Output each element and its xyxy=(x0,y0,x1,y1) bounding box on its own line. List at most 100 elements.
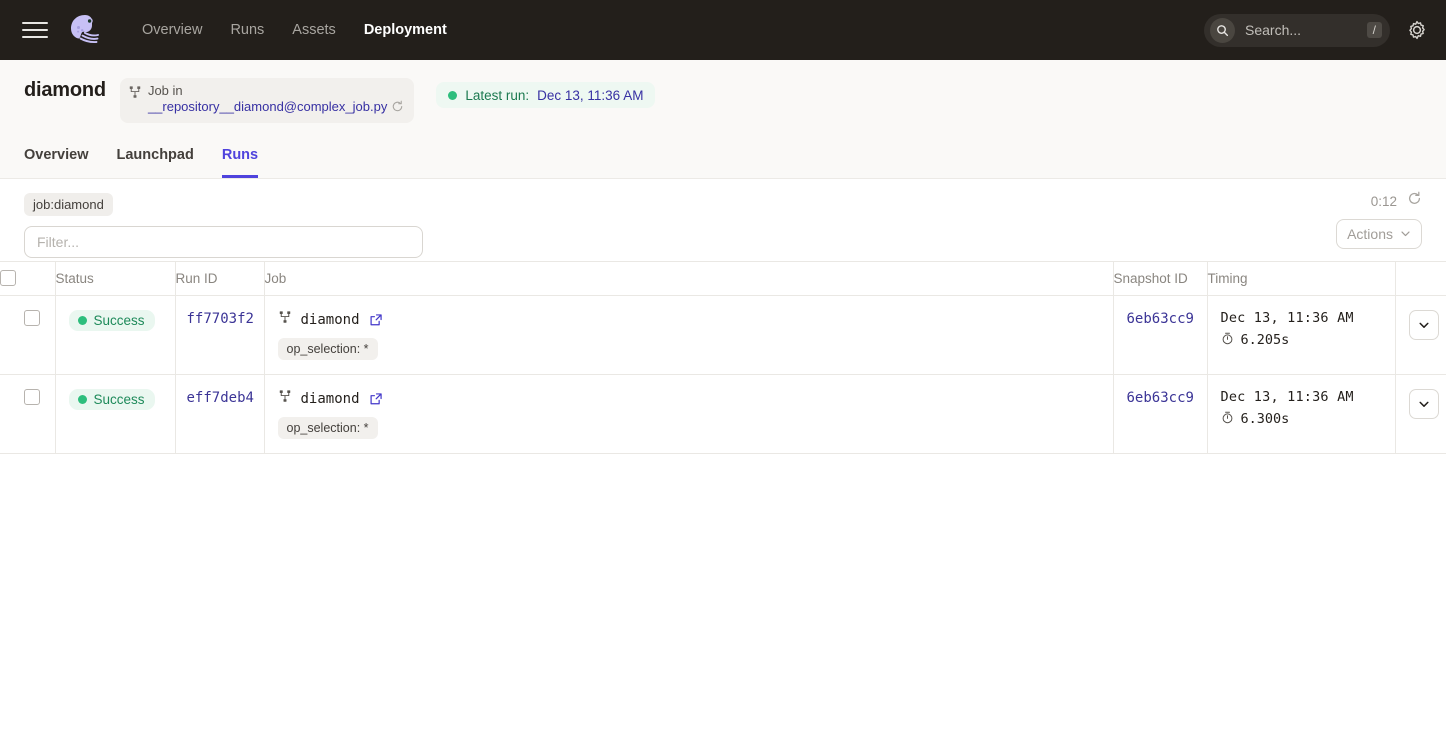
search-glyph xyxy=(1216,24,1229,37)
row-timing-cell: Dec 13, 11:36 AM 6.205s xyxy=(1207,296,1395,375)
primary-nav-links: Overview Runs Assets Deployment xyxy=(142,22,447,38)
row-expand-cell xyxy=(1395,375,1446,454)
page-title: diamond xyxy=(24,78,106,102)
hamburger-line xyxy=(22,36,48,38)
latest-run-label: Latest run: xyxy=(465,88,529,103)
chevron-down-icon xyxy=(1418,398,1430,410)
repository-link[interactable]: __repository__diamond@complex_job.py xyxy=(148,99,387,114)
external-link-icon[interactable] xyxy=(369,392,383,406)
gear-glyph xyxy=(1407,20,1427,40)
run-start-time: Dec 13, 11:36 AM xyxy=(1221,389,1394,405)
filter-input[interactable] xyxy=(24,226,423,258)
row-job-cell: diamond op_selection: * xyxy=(264,375,1113,454)
green-dot-icon xyxy=(448,91,457,100)
filter-chip-job[interactable]: job:diamond xyxy=(24,193,113,216)
success-dot-icon xyxy=(78,395,87,404)
run-duration-row: 6.205s xyxy=(1221,332,1394,348)
external-link-icon[interactable] xyxy=(369,313,383,327)
global-search-button[interactable]: Search... / xyxy=(1204,14,1390,47)
select-all-checkbox[interactable] xyxy=(0,270,16,286)
stopwatch-icon xyxy=(1221,411,1234,427)
tab-runs[interactable]: Runs xyxy=(222,139,258,178)
latest-run-date-link[interactable]: Dec 13, 11:36 AM xyxy=(537,88,643,103)
search-icon xyxy=(1210,18,1235,43)
row-timing-cell: Dec 13, 11:36 AM 6.300s xyxy=(1207,375,1395,454)
nav-right-cluster: Search... / xyxy=(1204,14,1428,47)
job-name-link[interactable]: diamond xyxy=(301,312,360,328)
status-badge[interactable]: Success xyxy=(69,389,155,410)
nav-link-assets[interactable]: Assets xyxy=(292,22,336,38)
job-name-row: diamond xyxy=(278,389,1112,408)
run-duration-row: 6.300s xyxy=(1221,411,1394,427)
chevron-down-glyph xyxy=(1400,228,1411,239)
tab-launchpad[interactable]: Launchpad xyxy=(117,139,194,178)
table-row[interactable]: Success ff7703f2 xyxy=(0,296,1446,375)
refresh-glyph xyxy=(1407,191,1422,206)
chevron-down-icon xyxy=(1418,319,1430,331)
column-header-timing[interactable]: Timing xyxy=(1207,262,1395,296)
stopwatch-glyph xyxy=(1221,332,1234,345)
expand-row-button[interactable] xyxy=(1409,389,1439,419)
row-run-id-cell: ff7703f2 xyxy=(175,296,264,375)
job-in-text-block: Job in __repository__diamond@complex_job… xyxy=(148,83,404,117)
runs-table: Status Run ID Job Snapshot ID Timing Suc… xyxy=(0,261,1446,454)
column-header-status[interactable]: Status xyxy=(55,262,175,296)
expand-row-button[interactable] xyxy=(1409,310,1439,340)
job-graph-glyph xyxy=(128,85,142,99)
tab-overview[interactable]: Overview xyxy=(24,139,89,178)
row-select-cell xyxy=(0,375,55,454)
nav-link-deployment[interactable]: Deployment xyxy=(364,22,447,38)
latest-run-badge: Latest run: Dec 13, 11:36 AM xyxy=(436,82,655,108)
nav-link-runs[interactable]: Runs xyxy=(230,22,264,38)
row-snapshot-cell: 6eb63cc9 xyxy=(1113,375,1207,454)
column-header-job[interactable]: Job xyxy=(264,262,1113,296)
actions-button[interactable]: Actions xyxy=(1336,219,1422,249)
reload-glyph xyxy=(391,100,404,113)
row-snapshot-cell: 6eb63cc9 xyxy=(1113,296,1207,375)
snapshot-id-link[interactable]: 6eb63cc9 xyxy=(1127,390,1194,406)
dagster-logo-icon[interactable] xyxy=(66,11,104,49)
column-header-expand xyxy=(1395,262,1446,296)
nav-link-overview[interactable]: Overview xyxy=(142,22,202,38)
column-header-snapshot-id[interactable]: Snapshot ID xyxy=(1113,262,1207,296)
status-badge[interactable]: Success xyxy=(69,310,155,331)
job-graph-glyph xyxy=(278,389,292,403)
status-label: Success xyxy=(94,313,145,328)
row-checkbox[interactable] xyxy=(24,389,40,405)
gear-icon[interactable] xyxy=(1406,19,1428,41)
stopwatch-glyph xyxy=(1221,411,1234,424)
external-link-glyph xyxy=(369,313,383,327)
search-placeholder-text: Search... xyxy=(1245,22,1357,38)
run-id-link[interactable]: eff7deb4 xyxy=(187,390,254,406)
snapshot-id-link[interactable]: 6eb63cc9 xyxy=(1127,311,1194,327)
actions-button-label: Actions xyxy=(1347,226,1393,242)
chevron-down-icon xyxy=(1400,226,1411,242)
row-expand-cell xyxy=(1395,296,1446,375)
stopwatch-icon xyxy=(1221,332,1234,348)
select-all-header xyxy=(0,262,55,296)
runs-table-head: Status Run ID Job Snapshot ID Timing xyxy=(0,262,1446,296)
job-name-link[interactable]: diamond xyxy=(301,391,360,407)
status-label: Success xyxy=(94,392,145,407)
run-tag-op-selection[interactable]: op_selection: * xyxy=(278,338,378,360)
job-graph-icon xyxy=(128,85,142,104)
row-checkbox[interactable] xyxy=(24,310,40,326)
reload-icon[interactable] xyxy=(391,100,404,117)
hamburger-menu-icon[interactable] xyxy=(22,17,48,43)
refresh-icon[interactable] xyxy=(1407,191,1422,211)
column-header-run-id[interactable]: Run ID xyxy=(175,262,264,296)
top-navigation-bar: Overview Runs Assets Deployment Search..… xyxy=(0,0,1446,60)
hamburger-line xyxy=(22,29,48,31)
table-row[interactable]: Success eff7deb4 xyxy=(0,375,1446,454)
row-job-cell: diamond op_selection: * xyxy=(264,296,1113,375)
search-shortcut-key: / xyxy=(1367,22,1382,38)
refresh-countdown: 0:12 xyxy=(1371,194,1397,209)
run-id-link[interactable]: ff7703f2 xyxy=(187,311,254,327)
job-in-repository-chip[interactable]: Job in __repository__diamond@complex_job… xyxy=(120,78,414,123)
dagster-logo-svg xyxy=(66,11,104,49)
row-status-cell: Success xyxy=(55,375,175,454)
run-tag-op-selection[interactable]: op_selection: * xyxy=(278,417,378,439)
table-header-row: Status Run ID Job Snapshot ID Timing xyxy=(0,262,1446,296)
external-link-glyph xyxy=(369,392,383,406)
page-header: diamond Job in __repository__diamond@com… xyxy=(0,60,1446,179)
